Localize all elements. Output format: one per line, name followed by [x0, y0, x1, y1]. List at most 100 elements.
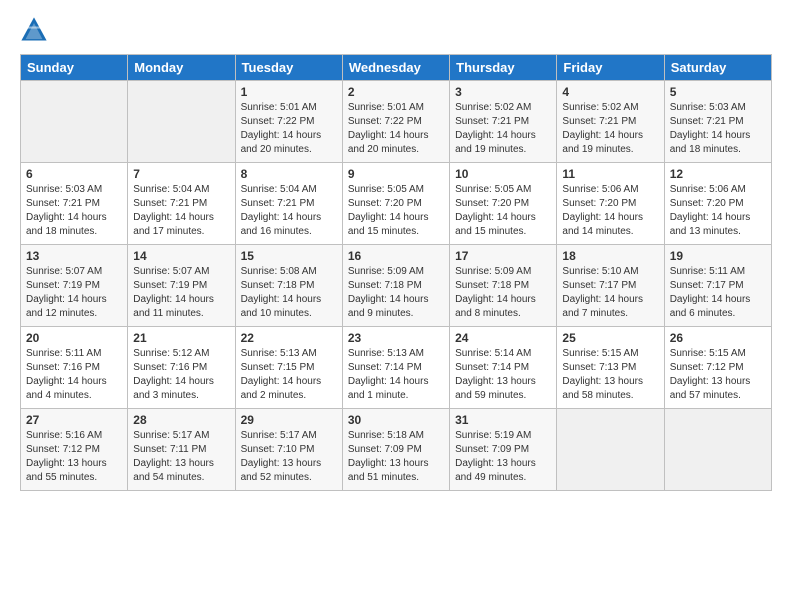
day-number: 21	[133, 331, 229, 345]
cell-info: Sunrise: 5:01 AM Sunset: 7:22 PM Dayligh…	[348, 101, 444, 157]
cell-info: Sunrise: 5:06 AM Sunset: 7:20 PM Dayligh…	[670, 183, 766, 239]
col-header-monday: Monday	[128, 55, 235, 81]
cell-info: Sunrise: 5:11 AM Sunset: 7:17 PM Dayligh…	[670, 265, 766, 321]
calendar-cell: 31 Sunrise: 5:19 AM Sunset: 7:09 PM Dayli…	[450, 409, 557, 491]
day-number: 20	[26, 331, 122, 345]
calendar-cell: 15Sunrise: 5:08 AM Sunset: 7:18 PM Dayli…	[235, 245, 342, 327]
calendar-cell: 14 Sunrise: 5:07 AM Sunset: 7:19 PM Dayli…	[128, 245, 235, 327]
calendar: SundayMondayTuesdayWednesdayThursdayFrid…	[20, 54, 772, 491]
cell-info: Sunrise: 5:09 AM Sunset: 7:18 PM Dayligh…	[348, 265, 444, 321]
cell-info: Sunrise: 5:03 AM Sunset: 7:21 PM Dayligh…	[670, 101, 766, 157]
day-number: 6	[26, 167, 122, 181]
day-number: 11	[562, 167, 658, 181]
day-number: 17	[455, 249, 551, 263]
cell-info: Sunrise: 5:02 AM Sunset: 7:21 PM Dayligh…	[562, 101, 658, 157]
day-number: 15	[241, 249, 337, 263]
calendar-cell: 18Sunrise: 5:10 AM Sunset: 7:17 PM Dayli…	[557, 245, 664, 327]
calendar-cell: 1Sunrise: 5:01 AM Sunset: 7:22 PM Daylig…	[235, 81, 342, 163]
calendar-cell: 24 Sunrise: 5:14 AM Sunset: 7:14 PM Dayli…	[450, 327, 557, 409]
calendar-cell: 25 Sunrise: 5:15 AM Sunset: 7:13 PM Dayli…	[557, 327, 664, 409]
calendar-cell: 16 Sunrise: 5:09 AM Sunset: 7:18 PM Dayli…	[342, 245, 449, 327]
calendar-cell: 28 Sunrise: 5:17 AM Sunset: 7:11 PM Dayli…	[128, 409, 235, 491]
col-header-thursday: Thursday	[450, 55, 557, 81]
cell-info: Sunrise: 5:09 AM Sunset: 7:18 PM Dayligh…	[455, 265, 551, 321]
week-row-5: 27 Sunrise: 5:16 AM Sunset: 7:12 PM Dayli…	[21, 409, 772, 491]
day-number: 31	[455, 413, 551, 427]
day-number: 5	[670, 85, 766, 99]
day-number: 22	[241, 331, 337, 345]
calendar-cell: 5 Sunrise: 5:03 AM Sunset: 7:21 PM Daylig…	[664, 81, 771, 163]
calendar-cell	[664, 409, 771, 491]
col-header-tuesday: Tuesday	[235, 55, 342, 81]
col-header-friday: Friday	[557, 55, 664, 81]
cell-info: Sunrise: 5:03 AM Sunset: 7:21 PM Dayligh…	[26, 183, 122, 239]
day-number: 25	[562, 331, 658, 345]
calendar-cell: 20 Sunrise: 5:11 AM Sunset: 7:16 PM Dayli…	[21, 327, 128, 409]
header	[20, 16, 772, 44]
cell-info: Sunrise: 5:05 AM Sunset: 7:20 PM Dayligh…	[455, 183, 551, 239]
calendar-cell: 9 Sunrise: 5:05 AM Sunset: 7:20 PM Daylig…	[342, 163, 449, 245]
cell-info: Sunrise: 5:18 AM Sunset: 7:09 PM Dayligh…	[348, 429, 444, 485]
calendar-cell: 21 Sunrise: 5:12 AM Sunset: 7:16 PM Dayli…	[128, 327, 235, 409]
cell-info: Sunrise: 5:16 AM Sunset: 7:12 PM Dayligh…	[26, 429, 122, 485]
day-number: 4	[562, 85, 658, 99]
calendar-cell: 26 Sunrise: 5:15 AM Sunset: 7:12 PM Dayli…	[664, 327, 771, 409]
cell-info: Sunrise: 5:04 AM Sunset: 7:21 PM Dayligh…	[133, 183, 229, 239]
calendar-cell: 6 Sunrise: 5:03 AM Sunset: 7:21 PM Daylig…	[21, 163, 128, 245]
day-number: 26	[670, 331, 766, 345]
cell-info: Sunrise: 5:19 AM Sunset: 7:09 PM Dayligh…	[455, 429, 551, 485]
cell-info: Sunrise: 5:17 AM Sunset: 7:10 PM Dayligh…	[241, 429, 337, 485]
day-number: 27	[26, 413, 122, 427]
day-number: 9	[348, 167, 444, 181]
calendar-cell: 13Sunrise: 5:07 AM Sunset: 7:19 PM Dayli…	[21, 245, 128, 327]
cell-info: Sunrise: 5:13 AM Sunset: 7:15 PM Dayligh…	[241, 347, 337, 403]
cell-info: Sunrise: 5:05 AM Sunset: 7:20 PM Dayligh…	[348, 183, 444, 239]
cell-info: Sunrise: 5:06 AM Sunset: 7:20 PM Dayligh…	[562, 183, 658, 239]
day-number: 16	[348, 249, 444, 263]
calendar-cell: 8 Sunrise: 5:04 AM Sunset: 7:21 PM Daylig…	[235, 163, 342, 245]
day-number: 8	[241, 167, 337, 181]
cell-info: Sunrise: 5:04 AM Sunset: 7:21 PM Dayligh…	[241, 183, 337, 239]
week-row-3: 13 Sunrise: 5:07 AM Sunset: 7:19 PM Dayli…	[21, 245, 772, 327]
day-number: 2	[348, 85, 444, 99]
day-number: 28	[133, 413, 229, 427]
day-number: 29	[241, 413, 337, 427]
page: SundayMondayTuesdayWednesdayThursdayFrid…	[0, 0, 792, 612]
day-number: 10	[455, 167, 551, 181]
logo-icon	[20, 16, 48, 44]
calendar-cell: 30 Sunrise: 5:18 AM Sunset: 7:09 PM Dayli…	[342, 409, 449, 491]
day-number: 30	[348, 413, 444, 427]
calendar-cell: 7 Sunrise: 5:04 AM Sunset: 7:21 PM Daylig…	[128, 163, 235, 245]
week-row-1: 1 Sunrise: 5:01 AM Sunset: 7:22 PM Daylig…	[21, 81, 772, 163]
col-header-sunday: Sunday	[21, 55, 128, 81]
cell-info: Sunrise: 5:11 AM Sunset: 7:16 PM Dayligh…	[26, 347, 122, 403]
calendar-cell	[128, 81, 235, 163]
cell-info: Sunrise: 5:14 AM Sunset: 7:14 PM Dayligh…	[455, 347, 551, 403]
cell-info: Sunrise: 5:07 AM Sunset: 7:19 PM Dayligh…	[133, 265, 229, 321]
day-number: 1	[241, 85, 337, 99]
calendar-cell	[21, 81, 128, 163]
calendar-cell: 3Sunrise: 5:02 AM Sunset: 7:21 PM Daylig…	[450, 81, 557, 163]
week-row-4: 20 Sunrise: 5:11 AM Sunset: 7:16 PM Dayli…	[21, 327, 772, 409]
week-row-2: 6 Sunrise: 5:03 AM Sunset: 7:21 PM Daylig…	[21, 163, 772, 245]
cell-info: Sunrise: 5:12 AM Sunset: 7:16 PM Dayligh…	[133, 347, 229, 403]
day-number: 14	[133, 249, 229, 263]
cell-info: Sunrise: 5:15 AM Sunset: 7:12 PM Dayligh…	[670, 347, 766, 403]
calendar-cell: 19Sunrise: 5:11 AM Sunset: 7:17 PM Dayli…	[664, 245, 771, 327]
day-number: 12	[670, 167, 766, 181]
cell-info: Sunrise: 5:17 AM Sunset: 7:11 PM Dayligh…	[133, 429, 229, 485]
calendar-cell	[557, 409, 664, 491]
cell-info: Sunrise: 5:02 AM Sunset: 7:21 PM Dayligh…	[455, 101, 551, 157]
logo	[20, 16, 52, 44]
calendar-cell: 11 Sunrise: 5:06 AM Sunset: 7:20 PM Dayli…	[557, 163, 664, 245]
day-number: 13	[26, 249, 122, 263]
cell-info: Sunrise: 5:15 AM Sunset: 7:13 PM Dayligh…	[562, 347, 658, 403]
calendar-cell: 17 Sunrise: 5:09 AM Sunset: 7:18 PM Dayli…	[450, 245, 557, 327]
calendar-cell: 12 Sunrise: 5:06 AM Sunset: 7:20 PM Dayli…	[664, 163, 771, 245]
calendar-cell: 27 Sunrise: 5:16 AM Sunset: 7:12 PM Dayli…	[21, 409, 128, 491]
day-number: 18	[562, 249, 658, 263]
cell-info: Sunrise: 5:13 AM Sunset: 7:14 PM Dayligh…	[348, 347, 444, 403]
day-number: 7	[133, 167, 229, 181]
day-number: 24	[455, 331, 551, 345]
calendar-cell: 4 Sunrise: 5:02 AM Sunset: 7:21 PM Daylig…	[557, 81, 664, 163]
